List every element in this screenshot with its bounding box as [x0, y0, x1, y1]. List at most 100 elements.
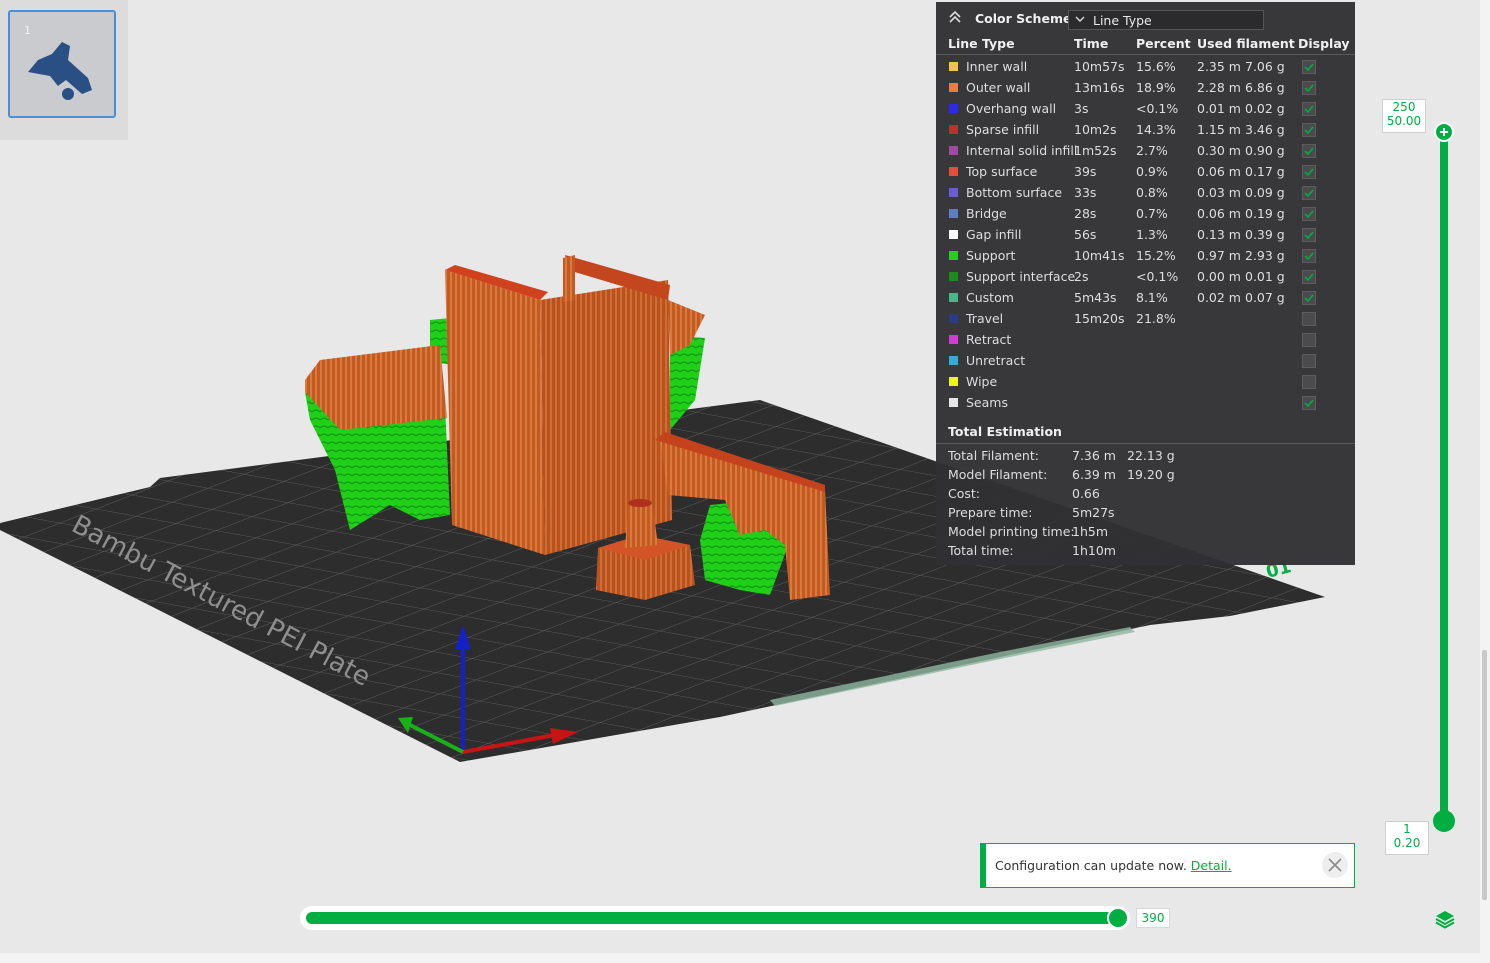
column-header-time: Time — [1074, 36, 1109, 51]
display-checkbox[interactable] — [1302, 396, 1316, 410]
display-checkbox[interactable] — [1302, 249, 1316, 263]
line-type-time: 3s — [1074, 101, 1089, 116]
move-slider-track[interactable] — [306, 912, 1120, 924]
line-type-percent: 18.9% — [1136, 80, 1176, 95]
line-type-weight: 0.07 g — [1245, 290, 1285, 305]
vertical-scrollbar[interactable] — [1480, 0, 1490, 963]
line-type-percent: 21.8% — [1136, 311, 1176, 326]
line-type-swatch — [949, 188, 958, 197]
chevron-down-icon — [1075, 16, 1085, 22]
display-checkbox[interactable] — [1302, 102, 1316, 116]
line-type-name: Seams — [966, 395, 1008, 410]
line-type-name: Support — [966, 248, 1016, 263]
line-type-swatch — [949, 293, 958, 302]
config-update-notification: Configuration can update now. Detail. — [980, 843, 1355, 888]
line-type-length: 0.00 m — [1197, 269, 1241, 284]
line-type-weight: 2.93 g — [1245, 248, 1285, 263]
line-type-swatch — [949, 335, 958, 344]
layers-icon[interactable] — [1434, 908, 1456, 930]
bottom-layer-height: 0.20 — [1393, 836, 1421, 850]
horizontal-scrollbar[interactable] — [0, 953, 1480, 963]
line-type-length: 0.30 m — [1197, 143, 1241, 158]
layer-slider-top-handle[interactable] — [1434, 122, 1454, 142]
legend-row: Gap infill 56s 1.3% 0.13 m 0.39 g — [936, 225, 1355, 246]
total-weight: 19.20 g — [1127, 467, 1175, 482]
line-type-swatch — [949, 314, 958, 323]
display-checkbox[interactable] — [1302, 165, 1316, 179]
line-type-name: Sparse infill — [966, 122, 1040, 137]
display-checkbox[interactable] — [1302, 354, 1316, 368]
header-divider — [936, 54, 1355, 55]
legend-panel: Color Scheme Line Type Line Type Time Pe… — [936, 2, 1355, 565]
line-type-weight: 3.46 g — [1245, 122, 1285, 137]
notification-close-button[interactable] — [1322, 852, 1348, 878]
display-checkbox[interactable] — [1302, 333, 1316, 347]
total-row: Cost: 0.66 — [936, 486, 1355, 505]
line-type-name: Wipe — [966, 374, 998, 389]
line-type-time: 33s — [1074, 185, 1097, 200]
line-type-weight: 0.09 g — [1245, 185, 1285, 200]
display-checkbox[interactable] — [1302, 291, 1316, 305]
layer-slider-track[interactable] — [1440, 131, 1448, 823]
line-type-swatch — [949, 230, 958, 239]
line-type-percent: 8.1% — [1136, 290, 1168, 305]
display-checkbox[interactable] — [1302, 375, 1316, 389]
display-checkbox[interactable] — [1302, 312, 1316, 326]
line-type-length: 1.15 m — [1197, 122, 1241, 137]
notification-detail-link[interactable]: Detail. — [1191, 858, 1232, 873]
plate-thumbnail[interactable]: 1 — [8, 10, 116, 118]
legend-row: Travel 15m20s 21.8% — [936, 309, 1355, 330]
display-checkbox[interactable] — [1302, 81, 1316, 95]
display-checkbox[interactable] — [1302, 228, 1316, 242]
top-layer-tag: 250 50.00 — [1382, 99, 1426, 133]
total-label: Model Filament: — [948, 467, 1048, 482]
line-type-time: 39s — [1074, 164, 1097, 179]
total-label: Prepare time: — [948, 505, 1033, 520]
line-type-name: Unretract — [966, 353, 1026, 368]
line-type-swatch — [949, 62, 958, 71]
3d-viewport[interactable]: Bambu Textured PEI Plate 01 1 Color Sche… — [0, 0, 1480, 953]
notification-text: Configuration can update now. Detail. — [995, 858, 1232, 873]
display-checkbox[interactable] — [1302, 123, 1316, 137]
column-header-display: Display — [1298, 36, 1350, 51]
line-type-name: Travel — [966, 311, 1004, 326]
line-type-swatch — [949, 356, 958, 365]
display-checkbox[interactable] — [1302, 60, 1316, 74]
display-checkbox[interactable] — [1302, 186, 1316, 200]
line-type-time: 56s — [1074, 227, 1097, 242]
check-icon — [1304, 399, 1314, 408]
top-layer-number: 250 — [1392, 100, 1416, 114]
line-type-time: 5m43s — [1074, 290, 1117, 305]
color-scheme-dropdown[interactable]: Line Type — [1068, 10, 1264, 30]
line-type-length: 2.28 m — [1197, 80, 1241, 95]
legend-row: Overhang wall 3s <0.1% 0.01 m 0.02 g — [936, 99, 1355, 120]
line-type-name: Custom — [966, 290, 1014, 305]
legend-row: Inner wall 10m57s 15.6% 2.35 m 7.06 g — [936, 57, 1355, 78]
plate-thumbnail-icon — [28, 42, 92, 100]
scrollbar-thumb[interactable] — [1482, 650, 1487, 900]
display-checkbox[interactable] — [1302, 270, 1316, 284]
collapse-icon[interactable] — [948, 10, 962, 24]
move-slider-handle[interactable] — [1107, 907, 1129, 929]
total-label: Model printing time: — [948, 524, 1075, 539]
color-scheme-value: Line Type — [1093, 13, 1152, 28]
layer-slider-bottom-handle[interactable] — [1433, 810, 1455, 832]
bottom-layer-number: 1 — [1403, 822, 1411, 836]
line-type-weight: 0.19 g — [1245, 206, 1285, 221]
display-checkbox[interactable] — [1302, 144, 1316, 158]
close-icon — [1328, 858, 1342, 872]
total-row: Prepare time: 5m27s — [936, 505, 1355, 524]
line-type-swatch — [949, 146, 958, 155]
display-checkbox[interactable] — [1302, 207, 1316, 221]
column-header-percent: Percent — [1136, 36, 1191, 51]
total-row: Total time: 1h10m — [936, 543, 1355, 562]
legend-row: Internal solid infill 1m52s 2.7% 0.30 m 0.90… — [936, 141, 1355, 162]
line-type-swatch — [949, 272, 958, 281]
line-type-swatch — [949, 104, 958, 113]
line-type-swatch — [949, 125, 958, 134]
line-type-weight: 0.02 g — [1245, 101, 1285, 116]
line-type-name: Overhang wall — [966, 101, 1057, 116]
line-type-name: Bridge — [966, 206, 1007, 221]
line-type-length: 0.03 m — [1197, 185, 1241, 200]
check-icon — [1304, 294, 1314, 303]
